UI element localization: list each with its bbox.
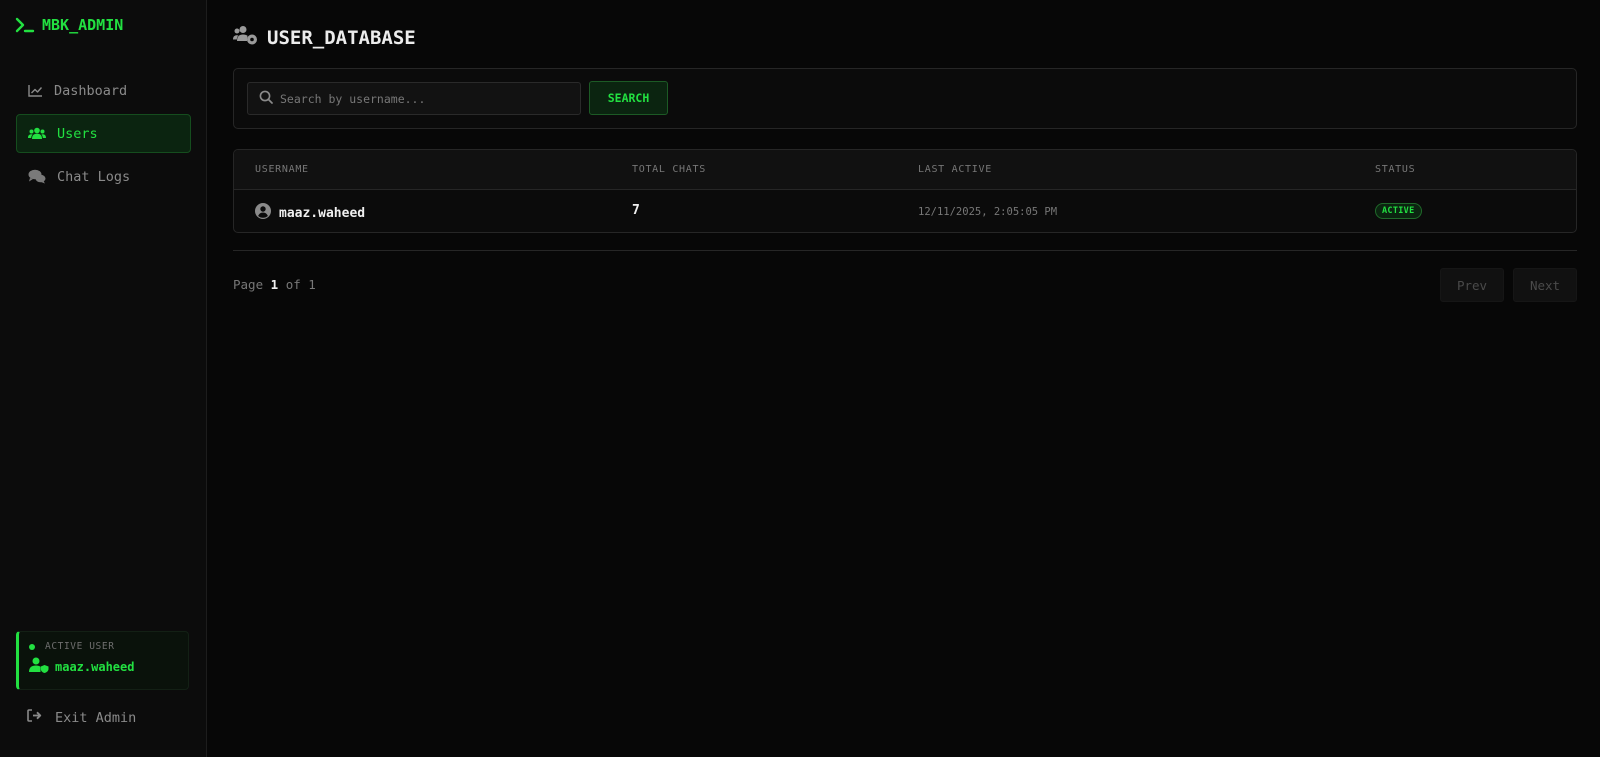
pagination-info: Page 1 of 1 [233,277,316,292]
user-circle-icon [255,203,271,223]
header-status[interactable]: STATUS [1375,164,1415,175]
header-total-chats[interactable]: TOTAL CHATS [632,164,706,175]
table-header: USERNAME TOTAL CHATS LAST ACTIVE STATUS [234,150,1576,190]
active-user-label: ACTIVE USER [45,641,115,652]
terminal-icon [15,17,35,33]
total-pages: 1 [308,277,316,292]
username-text[interactable]: maaz.waheed [279,206,365,221]
users-cog-icon [233,25,258,50]
app-root: MBK_ADMIN Dashboard Users Chat Logs ACTI… [0,0,1600,757]
brand-name: MBK_ADMIN [42,16,124,34]
sign-out-icon [27,709,42,726]
page-title-text: USER_DATABASE [267,26,416,49]
active-user-card: ACTIVE USER maaz.waheed [16,631,189,690]
comments-icon [28,169,46,184]
next-page-button[interactable]: Next [1513,268,1577,302]
search-box[interactable] [247,82,581,115]
sidebar-item-users[interactable]: Users [16,114,191,153]
divider [233,250,1577,251]
search-input[interactable] [280,91,570,106]
user-shield-icon [29,657,49,676]
sidebar-item-label: Chat Logs [57,168,131,185]
status-badge: ACTIVE [1375,203,1422,219]
search-button[interactable]: SEARCH [589,81,668,115]
page-label: Page [233,277,264,292]
users-icon [28,127,46,140]
exit-admin-label: Exit Admin [55,709,137,726]
of-label: of [285,277,301,292]
brand[interactable]: MBK_ADMIN [15,16,123,34]
last-active-cell: 12/11/2025, 2:05:05 PM [918,206,1058,218]
current-page: 1 [270,277,279,292]
table-row[interactable]: maaz.waheed 7 12/11/2025, 2:05:05 PM ACT… [234,190,1576,232]
sidebar-nav: Dashboard Users Chat Logs [16,71,191,200]
active-user-label-row: ACTIVE USER [29,641,188,652]
username-cell: maaz.waheed [255,203,365,223]
sidebar: MBK_ADMIN Dashboard Users Chat Logs ACTI… [0,0,207,757]
sidebar-item-dashboard[interactable]: Dashboard [16,71,191,110]
search-icon [259,89,273,108]
status-dot-icon [29,643,35,650]
main-content: USER_DATABASE SEARCH USERNAME TOTAL CHAT… [207,0,1600,757]
header-last-active[interactable]: LAST ACTIVE [918,164,992,175]
prev-page-button[interactable]: Prev [1440,268,1504,302]
active-user-name-row: maaz.waheed [29,657,188,676]
search-panel: SEARCH [233,68,1577,129]
sidebar-item-label: Users [57,125,98,142]
sidebar-item-chat-logs[interactable]: Chat Logs [16,157,191,196]
active-user-name: maaz.waheed [55,659,135,674]
total-chats-cell: 7 [632,203,640,218]
exit-admin-button[interactable]: Exit Admin [27,709,136,726]
sidebar-item-label: Dashboard [54,82,128,99]
users-table: USERNAME TOTAL CHATS LAST ACTIVE STATUS … [233,149,1577,233]
header-username[interactable]: USERNAME [255,164,309,175]
chart-line-icon [28,84,43,97]
page-title: USER_DATABASE [233,25,416,50]
